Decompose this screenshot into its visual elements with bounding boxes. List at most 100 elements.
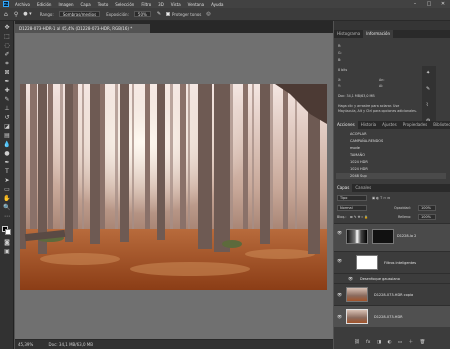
hand-tool-icon[interactable]: ✋ xyxy=(3,195,11,202)
background-color-swatch[interactable] xyxy=(5,229,11,235)
smart-filters-row[interactable]: 👁 Filtros inteligentes xyxy=(334,251,450,273)
range-select[interactable]: Sombras/medios xyxy=(58,11,101,17)
blend-mode-select[interactable]: Normal xyxy=(337,205,367,211)
new-layer-icon[interactable]: ＋ xyxy=(409,340,414,345)
layer-thumbnail[interactable] xyxy=(346,287,368,302)
quick-mask-icon[interactable]: ◙ xyxy=(3,239,11,246)
visibility-eye-icon[interactable]: 👁 xyxy=(337,230,342,235)
smart-filter-mask-thumbnail[interactable] xyxy=(356,255,378,270)
fill-input[interactable]: 100% xyxy=(418,214,436,220)
layer-name[interactable]: D1228-lo 2 xyxy=(397,234,416,238)
layer-row[interactable]: 👁 D1228-lo 2 xyxy=(334,223,450,251)
zoom-level[interactable]: 45,39% xyxy=(18,342,33,347)
eyedropper-tool-icon[interactable]: ✒ xyxy=(3,78,11,85)
adjustments-icon[interactable]: ✦ xyxy=(426,70,430,76)
layer-row[interactable]: 👁 D1228-073-HDR copia xyxy=(334,283,450,305)
filter-row[interactable]: 👁 Desenfoque gaussiano xyxy=(334,273,450,283)
menu-texto[interactable]: Texto xyxy=(98,2,109,7)
delete-layer-icon[interactable]: 🗑 xyxy=(420,340,426,345)
brush-size-icon[interactable]: ● ▾ xyxy=(23,11,31,17)
tab-channels[interactable]: Canales xyxy=(352,184,374,192)
type-tool-icon[interactable]: T xyxy=(3,168,11,175)
menu-imagen[interactable]: Imagen xyxy=(58,2,73,7)
stamp-tool-icon[interactable]: ⊥ xyxy=(3,105,11,112)
menu-filtro[interactable]: Filtro xyxy=(141,2,151,7)
add-mask-icon[interactable]: ◨ xyxy=(377,340,381,345)
more-tools-icon[interactable]: ⋯ xyxy=(3,213,11,220)
dodge-tool-icon[interactable]: ⚲ xyxy=(14,11,18,18)
screen-mode-icon[interactable]: ▣ xyxy=(3,248,11,255)
layer-name[interactable]: D1228-073-HDR copia xyxy=(374,293,413,297)
layer-thumbnail[interactable] xyxy=(346,229,368,244)
lock-icons[interactable]: ⊠ ✎ ✥ ⌗ 🔒 xyxy=(350,215,368,219)
visibility-eye-icon[interactable]: 👁 xyxy=(337,292,342,297)
action-item[interactable]: ACOPLAR xyxy=(336,131,446,137)
visibility-eye-icon[interactable]: 👁 xyxy=(337,314,342,319)
menu-capa[interactable]: Capa xyxy=(81,2,91,7)
layer-filter-icons[interactable]: ▣ ◐ T ▭ ⊡ xyxy=(372,196,390,200)
action-item[interactable]: TAMAÑO xyxy=(336,152,446,158)
photoshop-logo-icon[interactable]: Ps xyxy=(3,1,9,7)
menu-seleccion[interactable]: Selección xyxy=(115,2,134,7)
layer-mask-thumbnail[interactable] xyxy=(372,229,394,244)
menu-edicion[interactable]: Edición xyxy=(37,2,51,7)
history-brush-icon[interactable]: ↺ xyxy=(3,114,11,121)
eraser-tool-icon[interactable]: ◪ xyxy=(3,123,11,130)
close-button[interactable]: ✕ xyxy=(436,0,450,8)
brush-settings-icon[interactable]: ✎ xyxy=(426,86,430,92)
link-layers-icon[interactable]: ⛓ xyxy=(354,340,360,345)
layer-name[interactable]: D1228-073-HDR xyxy=(374,315,403,319)
adjustment-layer-icon[interactable]: ◐ xyxy=(388,340,392,345)
menu-ayuda[interactable]: Ayuda xyxy=(211,2,223,7)
blur-tool-icon[interactable]: 💧 xyxy=(3,141,11,148)
minimize-button[interactable]: – xyxy=(408,0,422,8)
quick-select-tool-icon[interactable]: ✐ xyxy=(3,51,11,58)
forest-photo[interactable] xyxy=(20,84,327,290)
tab-info[interactable]: Información xyxy=(363,30,393,38)
protect-tones-checkbox[interactable] xyxy=(166,12,171,16)
action-item[interactable]: mode xyxy=(336,145,446,151)
move-tool-icon[interactable]: ✥ xyxy=(3,24,11,31)
fx-icon[interactable]: fx xyxy=(366,340,370,345)
action-item[interactable]: 1024 HDR xyxy=(336,166,446,172)
home-icon[interactable]: ⌂ xyxy=(4,11,8,18)
healing-brush-icon[interactable]: ✚ xyxy=(3,87,11,94)
tab-histogram[interactable]: Histograma xyxy=(334,30,363,38)
exposure-input[interactable]: 50% xyxy=(133,11,151,17)
pen-tool-icon[interactable]: ✒ xyxy=(3,159,11,166)
tab-actions[interactable]: Acciones xyxy=(334,121,358,129)
path-select-icon[interactable]: ➤ xyxy=(3,177,11,184)
document-size[interactable]: Doc: 34,1 MB/63,0 MB xyxy=(49,342,93,347)
menu-vista[interactable]: Vista xyxy=(171,2,181,7)
gradient-tool-icon[interactable]: ▤ xyxy=(3,132,11,139)
visibility-eye-icon[interactable]: 👁 xyxy=(337,258,342,263)
frame-tool-icon[interactable]: ⊠ xyxy=(3,69,11,76)
tab-history[interactable]: Historia xyxy=(358,121,379,129)
crop-tool-icon[interactable]: ⌗ xyxy=(3,60,11,67)
action-item-selected[interactable]: 2048 Sup xyxy=(336,173,446,179)
brush-tool-icon[interactable]: ✎ xyxy=(3,96,11,103)
tab-properties[interactable]: Propiedades xyxy=(400,121,431,129)
action-item[interactable]: CAMPAÑA-RENDOS xyxy=(336,138,446,144)
menu-3d[interactable]: 3D xyxy=(158,2,164,7)
layer-kind-filter[interactable]: Tipo xyxy=(337,195,367,201)
tab-layers[interactable]: Capas xyxy=(334,184,353,192)
pressure-icon[interactable]: ◎ xyxy=(206,11,210,17)
document-tab[interactable]: D1228-073-HDR-1 al 45,4% (D1228-073-HDR,… xyxy=(15,24,150,33)
group-icon[interactable]: ▭ xyxy=(398,340,402,345)
visibility-eye-icon[interactable]: 👁 xyxy=(348,276,353,281)
paths-icon[interactable]: ⌇ xyxy=(426,102,428,108)
opacity-input[interactable]: 100% xyxy=(418,205,436,211)
menu-archivo[interactable]: Archivo xyxy=(15,2,30,7)
layer-thumbnail[interactable] xyxy=(346,309,368,324)
menu-ventana[interactable]: Ventana xyxy=(188,2,204,7)
zoom-tool-icon[interactable]: 🔍 xyxy=(3,204,11,211)
tab-libraries[interactable]: Bibliotecas xyxy=(430,121,450,129)
lasso-tool-icon[interactable]: ◌ xyxy=(3,42,11,49)
action-item[interactable]: 1024 HDR xyxy=(336,159,446,165)
dodge-tool-icon[interactable]: ● xyxy=(3,150,11,157)
smart-filters-label[interactable]: Filtros inteligentes xyxy=(384,261,416,265)
tab-adjustments[interactable]: Ajustes xyxy=(379,121,400,129)
filter-name[interactable]: Desenfoque gaussiano xyxy=(360,277,400,281)
marquee-tool-icon[interactable]: ⬚ xyxy=(3,33,11,40)
